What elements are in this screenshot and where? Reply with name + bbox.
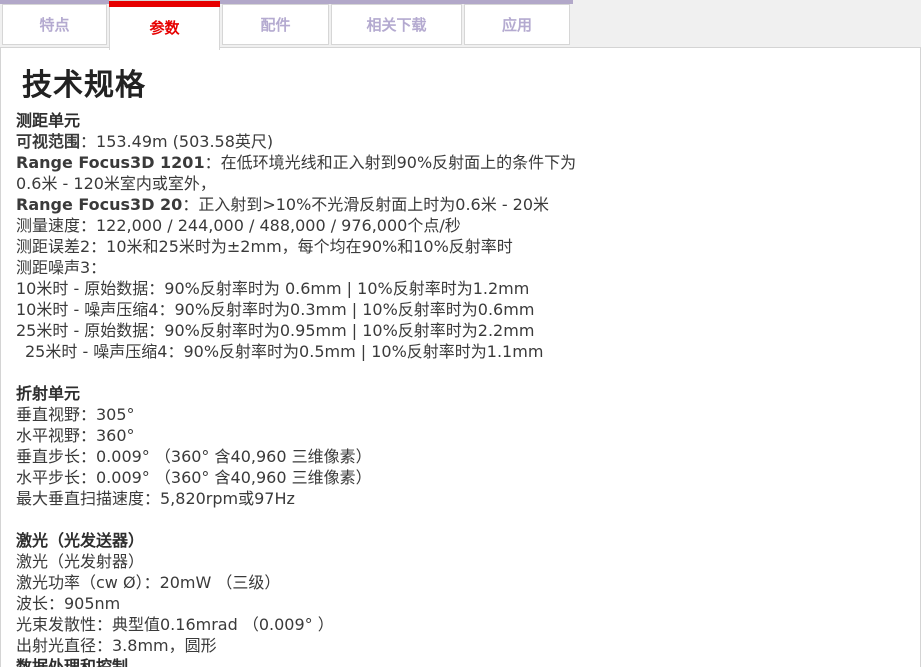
- spec-line: 10米时 - 原始数据：90%反射率时为 0.6mm | 10%反射率时为1.2…: [16, 278, 582, 299]
- spec-line: 测量速度：122,000 / 244,000 / 488,000 / 976,0…: [16, 215, 582, 236]
- spec-text: 激光（光发送器）: [16, 531, 144, 550]
- spec-gap: [16, 509, 582, 530]
- spec-line: 25米时 - 噪声压缩4：90%反射率时为0.5mm | 10%反射率时为1.1…: [16, 341, 582, 362]
- content-panel: 技术规格 测距单元可视范围：153.49m (503.58英尺)Range Fo…: [0, 47, 921, 667]
- spec-text: ：153.49m (503.58英尺): [80, 132, 273, 151]
- spec-line: 激光（光发射器）: [16, 551, 582, 572]
- spec-line: 水平步长：0.009° （360° 含40,960 三维像素）: [16, 467, 582, 488]
- spec-label: Range Focus3D 20: [16, 195, 182, 214]
- spec-text: 光束发散性：典型值0.16mrad （0.009° ）: [16, 615, 334, 634]
- spec-line: 测距误差2：10米和25米时为±2mm，每个均在90%和10%反射率时: [16, 236, 582, 257]
- tab-applications[interactable]: 应用: [464, 4, 570, 45]
- spec-line: 垂直步长：0.009° （360° 含40,960 三维像素）: [16, 446, 582, 467]
- spec-text: 水平步长：0.009° （360° 含40,960 三维像素）: [16, 468, 372, 487]
- spec-text: 折射单元: [16, 384, 80, 403]
- spec-text: ：正入射到>10%不光滑反射面上时为0.6米 - 20米: [182, 195, 549, 214]
- spec-text: 测距误差2：10米和25米时为±2mm，每个均在90%和10%反射率时: [16, 237, 513, 256]
- spec-line: Range Focus3D 1201：在低环境光线和正入射到90%反射面上的条件…: [16, 152, 582, 194]
- tab-features[interactable]: 特点: [2, 4, 107, 45]
- spec-text: 25米时 - 原始数据：90%反射率时为0.95mm | 10%反射率时为2.2…: [16, 321, 534, 340]
- product-detail-page: 特点参数配件相关下载应用 技术规格 测距单元可视范围：153.49m (503.…: [0, 0, 921, 667]
- spec-section-heading: 激光（光发送器）: [16, 530, 582, 551]
- spec-gap: [16, 362, 582, 383]
- spec-text: 波长：905nm: [16, 594, 120, 613]
- spec-line: 波长：905nm: [16, 593, 582, 614]
- spec-text: 10米时 - 噪声压缩4：90%反射率时为0.3mm | 10%反射率时为0.6…: [16, 300, 534, 319]
- tab-bar: 特点参数配件相关下载应用: [0, 0, 921, 47]
- spec-text: 垂直步长：0.009° （360° 含40,960 三维像素）: [16, 447, 372, 466]
- tab-downloads[interactable]: 相关下载: [331, 4, 462, 45]
- spec-text: 最大垂直扫描速度：5,820rpm或97Hz: [16, 489, 295, 508]
- spec-text: 数据处理和控制: [16, 657, 128, 667]
- spec-line: 测距噪声3：: [16, 257, 582, 278]
- spec-label: Range Focus3D 1201: [16, 153, 205, 172]
- spec-text: 水平视野：360°: [16, 426, 135, 445]
- spec-section-heading: 数据处理和控制: [16, 656, 582, 667]
- spec-line: 可视范围：153.49m (503.58英尺): [16, 131, 582, 152]
- spec-line: Range Focus3D 20：正入射到>10%不光滑反射面上时为0.6米 -…: [16, 194, 582, 215]
- tab-specs[interactable]: 参数: [109, 0, 220, 50]
- spec-section-heading: 折射单元: [16, 383, 582, 404]
- spec-line: 垂直视野：305°: [16, 404, 582, 425]
- spec-text: 测距单元: [16, 111, 80, 130]
- spec-text: 垂直视野：305°: [16, 405, 135, 424]
- spec-line: 最大垂直扫描速度：5,820rpm或97Hz: [16, 488, 582, 509]
- spec-line: 25米时 - 原始数据：90%反射率时为0.95mm | 10%反射率时为2.2…: [16, 320, 582, 341]
- spec-text: 激光（光发射器）: [16, 552, 144, 571]
- spec-line: 水平视野：360°: [16, 425, 582, 446]
- spec-text: 激光功率（cw Ø）：20mW （三级）: [16, 573, 280, 592]
- spec-section-heading: 测距单元: [16, 110, 582, 131]
- spec-line: 激光功率（cw Ø）：20mW （三级）: [16, 572, 582, 593]
- spec-text: 测距噪声3：: [16, 258, 106, 277]
- page-title: 技术规格: [22, 60, 920, 104]
- spec-line: 10米时 - 噪声压缩4：90%反射率时为0.3mm | 10%反射率时为0.6…: [16, 299, 582, 320]
- spec-lines: 测距单元可视范围：153.49m (503.58英尺)Range Focus3D…: [16, 110, 582, 667]
- spec-text: 测量速度：122,000 / 244,000 / 488,000 / 976,0…: [16, 216, 461, 235]
- spec-text: 25米时 - 噪声压缩4：90%反射率时为0.5mm | 10%反射率时为1.1…: [25, 342, 543, 361]
- tab-list: 特点参数配件相关下载应用: [2, 0, 570, 50]
- spec-line: 出射光直径：3.8mm，圆形: [16, 635, 582, 656]
- spec-line: 光束发散性：典型值0.16mrad （0.009° ）: [16, 614, 582, 635]
- spec-label: 可视范围: [16, 132, 80, 151]
- spec-text: 10米时 - 原始数据：90%反射率时为 0.6mm | 10%反射率时为1.2…: [16, 279, 529, 298]
- spec-text: 出射光直径：3.8mm，圆形: [16, 636, 217, 655]
- tab-accessories[interactable]: 配件: [222, 4, 329, 45]
